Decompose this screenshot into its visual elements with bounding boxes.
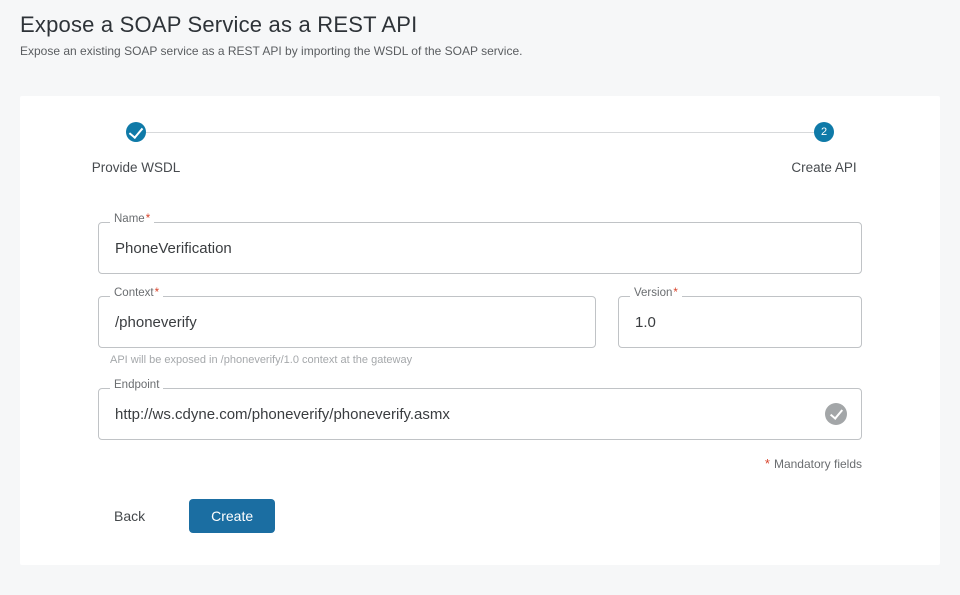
step-provide-wsdl[interactable]: Provide WSDL: [26, 122, 246, 175]
form-card: Provide WSDL 2 Create API Name* Context*: [20, 96, 940, 565]
step-number-icon: 2: [814, 122, 834, 142]
required-mark: *: [146, 213, 150, 225]
endpoint-input[interactable]: [113, 405, 815, 424]
step-label: Provide WSDL: [26, 160, 246, 175]
name-label: Name*: [110, 213, 154, 225]
form-actions: Back Create: [98, 499, 862, 533]
back-button[interactable]: Back: [114, 508, 145, 524]
context-label: Context*: [110, 287, 163, 299]
context-input[interactable]: [113, 313, 581, 332]
page-subtitle: Expose an existing SOAP service as a RES…: [20, 44, 940, 58]
check-circle-icon: [126, 122, 146, 142]
step-label: Create API: [714, 160, 934, 175]
check-circle-icon: [825, 403, 847, 425]
page-title: Expose a SOAP Service as a REST API: [20, 12, 940, 38]
mandatory-fields-note: *Mandatory fields: [98, 456, 862, 471]
wizard-stepper: Provide WSDL 2 Create API: [98, 122, 862, 182]
endpoint-label: Endpoint: [110, 379, 163, 391]
step-create-api[interactable]: 2 Create API: [714, 122, 934, 175]
context-field: Context* API will be exposed in /phoneve…: [98, 296, 596, 366]
name-field: Name*: [98, 222, 862, 274]
context-helper-text: API will be exposed in /phoneverify/1.0 …: [110, 354, 596, 366]
version-field: Version*: [618, 296, 862, 366]
version-label: Version*: [630, 287, 682, 299]
version-input[interactable]: [633, 313, 847, 332]
name-input[interactable]: [113, 239, 847, 258]
create-button[interactable]: Create: [189, 499, 275, 533]
endpoint-field: Endpoint: [98, 388, 862, 440]
required-mark: *: [155, 287, 159, 299]
required-mark: *: [673, 287, 677, 299]
